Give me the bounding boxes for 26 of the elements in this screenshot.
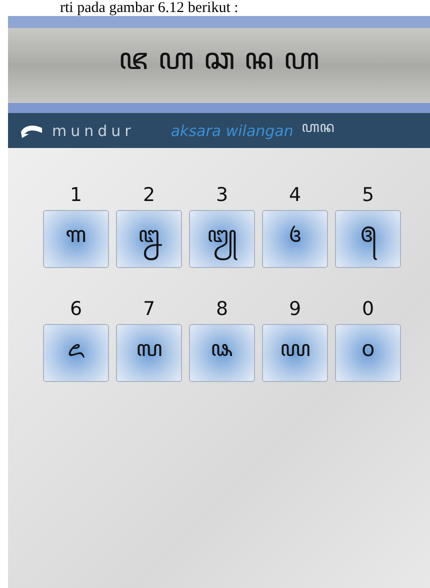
- number-label: 0: [362, 298, 374, 320]
- screen-title: ꦗ ꦲ ꦕ ꦤ ꦲ: [118, 41, 320, 79]
- number-label: 6: [70, 298, 82, 320]
- numeral-button[interactable]: ꧕: [335, 210, 401, 268]
- numeral-button[interactable]: ꧒: [116, 210, 182, 268]
- numeral-button[interactable]: ꧖: [43, 324, 109, 382]
- number-label: 2: [142, 184, 156, 206]
- back-arrow-icon: [20, 122, 44, 138]
- numeral-button[interactable]: ꧗: [116, 324, 182, 382]
- number-label: 5: [362, 184, 374, 206]
- numeral-button[interactable]: ꧘: [189, 324, 255, 382]
- numeral-button[interactable]: ꧙: [262, 324, 328, 382]
- number-label: 8: [216, 298, 228, 320]
- numeral-button[interactable]: ꧐: [335, 324, 401, 382]
- number-label: 7: [142, 298, 156, 320]
- number-label: 3: [216, 184, 228, 206]
- back-button[interactable]: mundur: [20, 122, 135, 140]
- number-label: 1: [70, 184, 82, 206]
- number-label: 4: [288, 184, 302, 206]
- scrolling-text: ꦲꦤ: [301, 117, 334, 138]
- numeral-button[interactable]: ꧔: [262, 210, 328, 268]
- numeral-button[interactable]: ꧓: [189, 210, 255, 268]
- numeral-button[interactable]: ꧑: [43, 210, 109, 268]
- number-label: 9: [288, 298, 302, 320]
- caption-text: rti pada gambar 6.12 berikut :: [60, 0, 238, 16]
- section-title: aksara wilangan: [170, 122, 294, 140]
